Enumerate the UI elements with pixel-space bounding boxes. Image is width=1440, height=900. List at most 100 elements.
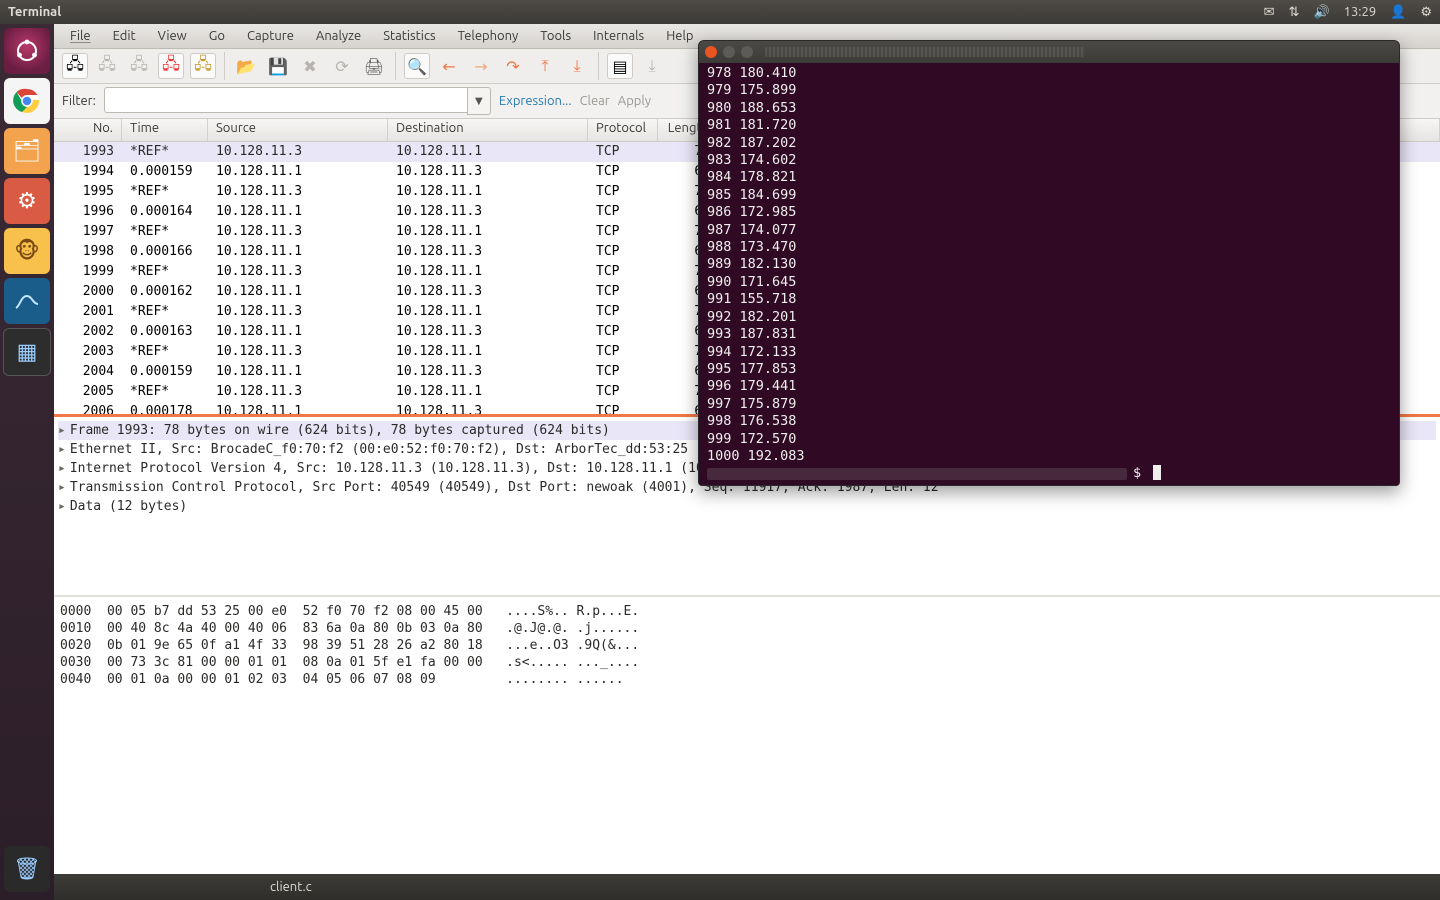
prompt-symbol: $ xyxy=(1133,465,1149,482)
packet-cell: 10.128.11.3 xyxy=(388,364,588,379)
packet-cell: TCP xyxy=(588,404,658,414)
toolbar-separator xyxy=(395,52,396,80)
reload-icon[interactable]: ⟳ xyxy=(329,53,355,79)
chrome-launcher-icon[interactable] xyxy=(4,78,50,124)
files-launcher-icon[interactable]: 🗂 xyxy=(4,128,50,174)
system-gear-icon[interactable]: ⚙ xyxy=(1420,5,1432,20)
packet-bytes-hex[interactable]: 0000 00 05 b7 dd 53 25 00 e0 52 f0 70 f2… xyxy=(54,595,1440,874)
prompt-userhost xyxy=(707,468,1127,480)
expression-button[interactable]: Expression... xyxy=(499,94,572,108)
sound-icon[interactable]: 🔊 xyxy=(1313,5,1329,20)
interfaces-icon[interactable]: 🖧 xyxy=(62,53,88,79)
clock[interactable]: 13:29 xyxy=(1344,5,1377,19)
column-header-no[interactable]: No. xyxy=(54,119,122,141)
go-last-icon[interactable]: ⤓ xyxy=(564,53,590,79)
trash-icon[interactable]: 🗑 xyxy=(4,846,50,892)
packet-cell: 1998 xyxy=(54,244,122,259)
window-close-icon[interactable] xyxy=(705,46,717,58)
packet-cell: 2006 xyxy=(54,404,122,414)
menu-internals[interactable]: Internals xyxy=(583,27,654,45)
menu-file[interactable]: File xyxy=(60,27,101,45)
print-icon[interactable]: 🖨 xyxy=(361,53,387,79)
stop-capture-icon[interactable]: 🖧 xyxy=(158,53,184,79)
packet-cell: 1997 xyxy=(54,224,122,239)
autoscroll-icon[interactable]: ⤓ xyxy=(639,53,665,79)
app-launcher-icon[interactable]: 🐵 xyxy=(4,228,50,274)
dash-icon[interactable] xyxy=(4,28,50,74)
clear-button[interactable]: Clear xyxy=(580,94,610,108)
desktop: File Edit View Go Capture Analyze Statis… xyxy=(54,24,1440,900)
settings-launcher-icon[interactable]: ⚙ xyxy=(4,178,50,224)
network-icon[interactable]: ⇅ xyxy=(1289,5,1300,20)
filter-dropdown-icon[interactable]: ▼ xyxy=(467,87,491,115)
terminal-titlebar[interactable] xyxy=(699,41,1399,63)
menu-go[interactable]: Go xyxy=(199,27,235,45)
tree-item[interactable]: ▸Data (12 bytes) xyxy=(58,497,1436,516)
packet-cell: 10.128.11.3 xyxy=(388,244,588,259)
expand-icon[interactable]: ▸ xyxy=(58,442,66,457)
column-header-time[interactable]: Time xyxy=(122,119,208,141)
packet-cell: 0.000159 xyxy=(122,164,208,179)
workspace-switcher-icon[interactable]: ▦ xyxy=(3,328,51,376)
packet-cell: 10.128.11.1 xyxy=(208,164,388,179)
packet-cell: TCP xyxy=(588,144,658,159)
column-header-destination[interactable]: Destination xyxy=(388,119,588,141)
menu-telephony[interactable]: Telephony xyxy=(448,27,529,45)
packet-cell: 1999 xyxy=(54,264,122,279)
window-maximize-icon[interactable] xyxy=(741,46,753,58)
go-first-icon[interactable]: ⤒ xyxy=(532,53,558,79)
packet-cell: TCP xyxy=(588,304,658,319)
packet-cell: 10.128.11.3 xyxy=(208,384,388,399)
menu-view[interactable]: View xyxy=(148,27,197,45)
find-icon[interactable]: 🔍 xyxy=(404,53,430,79)
menu-tools[interactable]: Tools xyxy=(530,27,581,45)
packet-cell: TCP xyxy=(588,324,658,339)
packet-cell: *REF* xyxy=(122,384,208,399)
open-icon[interactable]: 📂 xyxy=(233,53,259,79)
packet-cell: 10.128.11.1 xyxy=(208,364,388,379)
menu-help[interactable]: Help xyxy=(656,27,703,45)
apply-button[interactable]: Apply xyxy=(618,94,651,108)
mail-icon[interactable]: ✉ xyxy=(1264,5,1275,20)
packet-cell: TCP xyxy=(588,224,658,239)
wireshark-launcher-icon[interactable] xyxy=(4,278,50,324)
window-minimize-icon[interactable] xyxy=(723,46,735,58)
restart-capture-icon[interactable]: 🖧 xyxy=(190,53,216,79)
go-forward-icon[interactable]: → xyxy=(468,53,494,79)
column-header-protocol[interactable]: Protocol xyxy=(588,119,658,141)
packet-cell: 10.128.11.3 xyxy=(208,344,388,359)
expand-icon[interactable]: ▸ xyxy=(58,461,66,476)
user-icon[interactable]: 👤 xyxy=(1390,5,1406,20)
menu-statistics[interactable]: Statistics xyxy=(373,27,445,45)
packet-cell: 10.128.11.3 xyxy=(208,304,388,319)
packet-cell: 2002 xyxy=(54,324,122,339)
packet-cell: 1994 xyxy=(54,164,122,179)
terminal-prompt-line[interactable]: $ xyxy=(707,465,1391,482)
go-to-packet-icon[interactable]: ↷ xyxy=(500,53,526,79)
start-capture-icon[interactable]: 🖧 xyxy=(126,53,152,79)
terminal-body[interactable]: 978 180.410 979 175.899 980 188.653 981 … xyxy=(699,63,1399,485)
packet-cell: TCP xyxy=(588,364,658,379)
save-icon[interactable]: 💾 xyxy=(265,53,291,79)
menu-capture[interactable]: Capture xyxy=(237,27,304,45)
packet-cell: 1995 xyxy=(54,184,122,199)
filter-input[interactable] xyxy=(104,87,467,113)
menu-analyze[interactable]: Analyze xyxy=(306,27,371,45)
taskbar-item[interactable]: client.c xyxy=(270,880,312,894)
column-header-source[interactable]: Source xyxy=(208,119,388,141)
go-back-icon[interactable]: ← xyxy=(436,53,462,79)
filter-label: Filter: xyxy=(62,94,96,108)
expand-icon[interactable]: ▸ xyxy=(58,423,66,438)
unity-launcher: >_ 🗂 ⚙ 🐵 ▦ 🗑 xyxy=(0,24,54,900)
menu-edit[interactable]: Edit xyxy=(103,27,146,45)
packet-cell: 10.128.11.3 xyxy=(388,404,588,414)
colorize-icon[interactable]: ▤ xyxy=(607,53,633,79)
packet-cell: 0.000159 xyxy=(122,364,208,379)
packet-cell: 10.128.11.1 xyxy=(388,344,588,359)
expand-icon[interactable]: ▸ xyxy=(58,499,66,514)
close-icon[interactable]: ✖ xyxy=(297,53,323,79)
packet-cell: 2000 xyxy=(54,284,122,299)
expand-icon[interactable]: ▸ xyxy=(58,480,66,495)
options-icon[interactable]: 🖧 xyxy=(94,53,120,79)
packet-cell: 10.128.11.3 xyxy=(208,184,388,199)
